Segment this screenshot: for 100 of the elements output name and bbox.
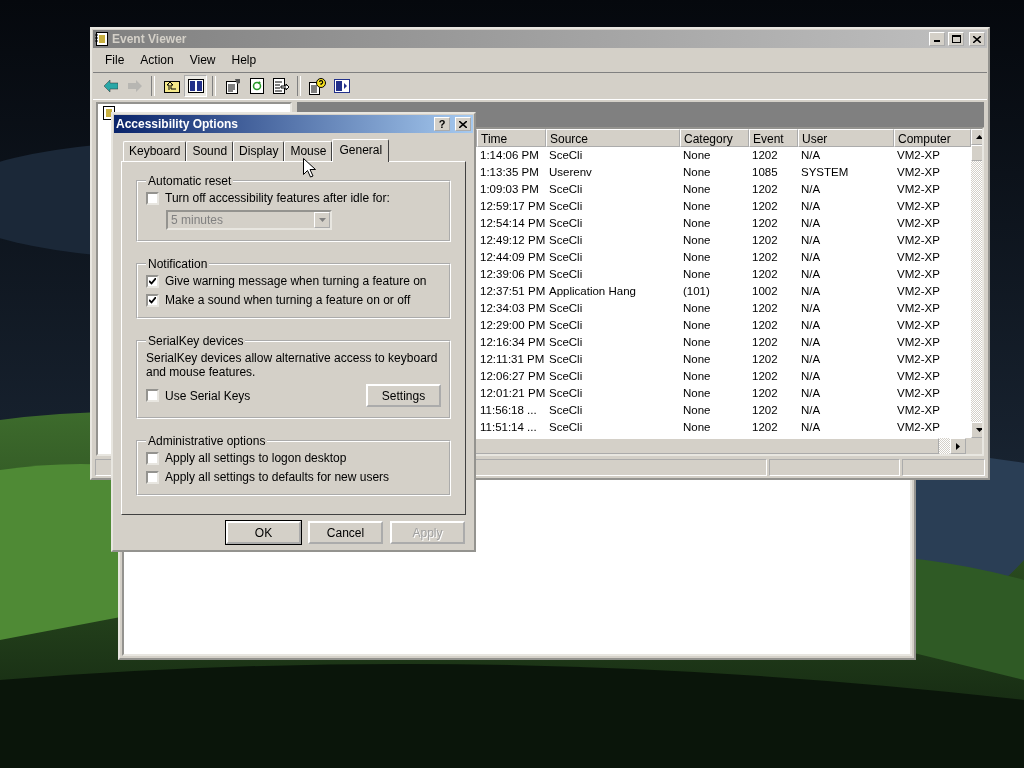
tab[interactable]: Display [233,141,285,161]
menu-item[interactable]: File [97,51,133,69]
checkbox-label[interactable]: Use Serial Keys [165,388,251,403]
table-cell-text: VM2-XP [896,182,941,197]
table-cell-text: N/A [800,301,822,316]
checkbox[interactable] [146,451,159,465]
table-cell-text: N/A [800,420,822,435]
table-cell-text: Userenv [548,165,593,180]
table-cell-text: 1202 [751,148,779,163]
table-cell-text: 12:44:09 PM [479,250,546,265]
checkbox[interactable] [146,293,159,307]
table-cell-text: SceCli [548,386,584,401]
table-cell-text: VM2-XP [896,301,941,316]
table-cell-text: VM2-XP [896,165,941,180]
tab[interactable]: General [332,139,390,162]
tab[interactable]: Keyboard [123,141,187,161]
column-header[interactable]: Event [749,129,798,147]
table-cell-text: VM2-XP [896,250,941,265]
table-cell-text: 1202 [751,199,779,214]
table-cell-text: SceCli [548,403,584,418]
table-cell-text: VM2-XP [896,267,941,282]
column-header[interactable]: Source [546,129,680,147]
table-cell-text: N/A [800,352,822,367]
table-cell-text: 1202 [751,335,779,350]
table-cell-text: 1202 [751,403,779,418]
dialog-button[interactable]: OK [226,521,301,544]
table-cell-text: SceCli [548,267,584,282]
column-header[interactable]: Category [680,129,749,147]
table-cell-text: SceCli [548,250,584,265]
table-cell-text: VM2-XP [896,403,941,418]
table-cell-text: VM2-XP [896,335,941,350]
table-cell-text: VM2-XP [896,386,941,401]
export-list-icon [272,78,289,94]
checkbox-label[interactable]: Turn off accessibility features after idle for: [165,191,390,205]
table-cell-text: None [682,352,712,367]
maximize-button[interactable] [948,32,964,46]
checkbox-label[interactable]: Give warning message when turning a feature on [165,274,427,288]
table-cell-text: None [682,165,712,180]
table-cell-text: None [682,267,712,282]
table-cell-text: N/A [800,369,822,384]
toolbar-button[interactable] [306,75,329,97]
table-cell-text: 1202 [751,267,779,282]
table-cell-text: N/A [800,284,822,299]
checkbox[interactable] [146,274,159,288]
group-title: SerialKey devices [147,334,245,348]
checkbox-label[interactable]: Apply all settings to logon desktop [165,451,347,465]
column-header[interactable]: Time [477,129,546,147]
close-button[interactable] [455,117,471,131]
table-cell-text: None [682,386,712,401]
column-header[interactable]: User [798,129,894,147]
menu-item[interactable]: View [181,51,224,69]
column-header[interactable]: Computer [894,129,971,147]
folder-up-icon [163,79,180,93]
table-cell-text: 12:37:51 PM [479,284,546,299]
table-cell-text: N/A [800,335,822,350]
table-cell-text: VM2-XP [896,420,941,435]
table-cell-text: 1202 [751,182,779,197]
table-cell-text: 12:49:12 PM [479,233,546,248]
checkbox[interactable] [146,470,159,484]
table-cell-text: SceCli [548,148,584,163]
table-cell-text: 12:29:00 PM [479,318,546,333]
table-cell-text: 11:56:18 ... [479,403,538,418]
right-arrow-icon [956,442,960,450]
table-cell-text: 1202 [751,386,779,401]
log-book-icon [95,32,109,46]
checkbox[interactable] [146,389,159,402]
menu-item[interactable]: Help [223,51,265,69]
table-cell-text: 12:54:14 PM [479,216,546,231]
help-icon [308,77,327,95]
split-pane-icon [187,79,204,93]
description-text: SerialKey devices allow alternative access to keyboard and mouse features. [146,351,439,379]
table-cell-text: None [682,369,712,384]
window-title: Event Viewer [112,32,188,46]
pane-toggle-icon [333,79,350,93]
checkbox-label[interactable]: Make a sound when turning a feature on or off [165,293,411,307]
settings-button[interactable]: Settings [366,384,441,407]
table-cell-text: 11:51:14 ... [479,420,538,435]
close-icon [973,35,981,43]
close-button[interactable] [969,32,985,46]
tab[interactable]: Sound [186,141,234,161]
tab[interactable]: Mouse [284,141,333,161]
help-button[interactable]: ? [434,117,450,131]
table-cell-text: None [682,301,712,316]
toolbar-button[interactable] [184,75,207,97]
table-cell-text: N/A [800,267,822,282]
table-cell-text: 1202 [751,216,779,231]
down-arrow-icon [975,428,982,432]
dialog-button[interactable]: Cancel [308,521,383,544]
table-cell-text: VM2-XP [896,284,941,299]
table-cell-text: 12:16:34 PM [479,335,546,350]
table-cell-text: 12:11:31 PM [479,352,546,367]
minimize-button[interactable] [929,32,945,46]
table-cell-text: None [682,250,712,265]
checkbox-label[interactable]: Apply all settings to defaults for new users [165,470,390,484]
table-cell-text: None [682,148,712,163]
table-cell-text: 1202 [751,250,779,265]
table-cell-text: VM2-XP [896,233,941,248]
table-cell-text: 1:14:06 PM [479,148,540,163]
checkbox[interactable] [146,191,159,205]
menu-item[interactable]: Action [132,51,182,69]
